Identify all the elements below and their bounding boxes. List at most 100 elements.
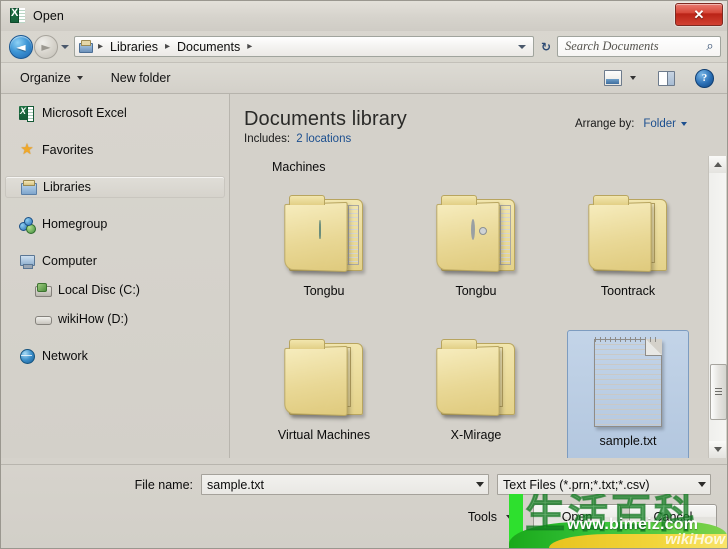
file-name-input[interactable]: sample.txt (201, 474, 489, 495)
chevron-down-icon (681, 122, 687, 126)
sidebar-item-homegroup[interactable]: Homegroup (5, 213, 225, 235)
sidebar-item-label: Homegroup (42, 217, 107, 231)
file-item-label: sample.txt (600, 434, 657, 448)
sidebar-item-computer[interactable]: Computer (5, 250, 225, 272)
back-button[interactable]: ◄ (9, 35, 33, 59)
preview-pane-button[interactable] (653, 69, 680, 88)
organize-button[interactable]: Organize (13, 68, 90, 88)
homegroup-icon (19, 216, 35, 232)
drive-icon (35, 311, 51, 327)
action-buttons-row: Tools Open Cancel (1, 495, 727, 530)
sidebar-item-label: Computer (42, 254, 97, 268)
file-type-select[interactable]: Text Files (*.prn;*.txt;*.csv) (497, 474, 711, 495)
tools-button[interactable]: Tools (461, 507, 521, 527)
file-name-value: sample.txt (202, 478, 471, 492)
address-bar-row: ◄ ► ▸ Libraries ▸ Documents ▸ ↻ Search D… (1, 31, 727, 62)
search-box[interactable]: Search Documents ⌕ (557, 36, 721, 57)
address-dropdown-icon[interactable] (518, 45, 526, 49)
folder-files-icon (427, 335, 525, 423)
file-item-virtual-machines[interactable]: Virtual Machines (248, 326, 400, 458)
libraries-icon (20, 179, 36, 195)
open-button[interactable]: Open (533, 504, 621, 530)
open-file-dialog: Open ✕ ◄ ► ▸ Libraries ▸ Documents ▸ ↻ S… (0, 0, 728, 549)
file-type-dropdown-button[interactable] (693, 475, 710, 494)
libraries-icon (78, 40, 93, 53)
file-list-scrollbar[interactable] (708, 156, 726, 458)
file-grid: Tongbu Tongbu Toontrack Virtual Machines… (230, 180, 727, 458)
file-list: Machines Tongbu Tongbu Toontrack Virtual… (230, 156, 727, 458)
command-toolbar: Organize New folder ? (1, 62, 727, 94)
sidebar-item-network[interactable]: Network (5, 345, 225, 367)
nav-spacer (1, 198, 229, 213)
file-name-dropdown-button[interactable] (471, 475, 488, 494)
navigation-pane: Microsoft Excel ★ Favorites Libraries Ho… (1, 94, 230, 458)
scroll-up-button[interactable] (709, 156, 726, 173)
sidebar-item-label: Network (42, 349, 88, 363)
recent-locations-button[interactable] (58, 37, 71, 57)
folder-open-gear-icon (427, 191, 525, 279)
nav-spacer (1, 124, 229, 139)
nav-spacer (1, 330, 229, 345)
file-item-x-mirage[interactable]: X-Mirage (400, 326, 552, 458)
search-icon: ⌕ (700, 39, 720, 54)
help-icon: ? (695, 69, 714, 88)
new-folder-button[interactable]: New folder (104, 68, 178, 88)
watermark-yellow-band (549, 534, 727, 548)
change-view-button[interactable] (599, 68, 641, 88)
file-item-sample-txt[interactable]: sample.txt (552, 326, 704, 458)
file-item-tongbu-1[interactable]: Tongbu (248, 182, 400, 326)
sidebar-item-label: Local Disc (C:) (58, 283, 140, 297)
file-item-toontrack[interactable]: Toontrack (552, 182, 704, 326)
sidebar-item-microsoft-excel[interactable]: Microsoft Excel (5, 102, 225, 124)
forward-button[interactable]: ► (34, 35, 58, 59)
sidebar-item-local-disc-c[interactable]: Local Disc (C:) (5, 279, 225, 301)
sidebar-item-libraries[interactable]: Libraries (5, 176, 225, 198)
tools-label: Tools (468, 510, 497, 524)
scroll-down-arrow-icon (714, 447, 722, 452)
address-bar[interactable]: ▸ Libraries ▸ Documents ▸ (74, 36, 534, 57)
chevron-down-icon (61, 45, 69, 49)
file-item-label: Tongbu (455, 284, 496, 298)
view-options-icon (604, 70, 622, 86)
nav-spacer (1, 301, 229, 308)
sidebar-item-favorites[interactable]: ★ Favorites (5, 139, 225, 161)
star-icon: ★ (19, 142, 35, 158)
file-item-label: X-Mirage (451, 428, 502, 442)
breadcrumb-separator: ▸ (160, 41, 175, 52)
dialog-footer: File name: sample.txt Text Files (*.prn;… (1, 464, 727, 548)
file-type-value: Text Files (*.prn;*.txt;*.csv) (498, 478, 693, 492)
sidebar-item-label: wikiHow (D:) (58, 312, 128, 326)
folder-files-icon (275, 335, 373, 423)
library-header: Documents library Includes: 2 locations … (230, 94, 727, 156)
file-item-label: Toontrack (601, 284, 655, 298)
library-includes: Includes: 2 locations (244, 133, 727, 145)
file-item-label: Virtual Machines (278, 428, 370, 442)
arrange-by-control: Arrange by: Folder (575, 118, 687, 130)
watermark-brand: wikiHow (665, 531, 725, 548)
back-arrow-icon: ◄ (16, 41, 25, 53)
file-item-tongbu-2[interactable]: Tongbu (400, 182, 552, 326)
nav-spacer (1, 161, 229, 176)
scrollbar-thumb[interactable] (710, 364, 727, 420)
breadcrumb-documents[interactable]: Documents (175, 40, 242, 54)
refresh-icon: ↻ (541, 40, 551, 54)
folder-open-doc-icon (275, 191, 373, 279)
organize-label: Organize (20, 71, 71, 85)
close-icon: ✕ (694, 8, 705, 21)
close-button[interactable]: ✕ (675, 3, 723, 26)
help-button[interactable]: ? (690, 67, 719, 90)
arrange-by-button[interactable]: Folder (643, 118, 687, 130)
text-file-icon (588, 337, 668, 429)
scroll-down-button[interactable] (709, 441, 726, 458)
sidebar-item-wikihow-d[interactable]: wikiHow (D:) (5, 308, 225, 330)
preview-pane-icon (658, 71, 675, 86)
search-input[interactable]: Search Documents (558, 39, 700, 54)
dialog-body: Microsoft Excel ★ Favorites Libraries Ho… (1, 94, 727, 458)
file-name-row: File name: sample.txt Text Files (*.prn;… (1, 465, 727, 495)
breadcrumb-libraries[interactable]: Libraries (108, 40, 160, 54)
arrange-by-value: Folder (643, 118, 676, 130)
refresh-button[interactable]: ↻ (536, 36, 556, 57)
chevron-down-icon (476, 482, 484, 487)
cancel-button[interactable]: Cancel (629, 504, 717, 530)
includes-locations-link[interactable]: 2 locations (296, 133, 351, 145)
